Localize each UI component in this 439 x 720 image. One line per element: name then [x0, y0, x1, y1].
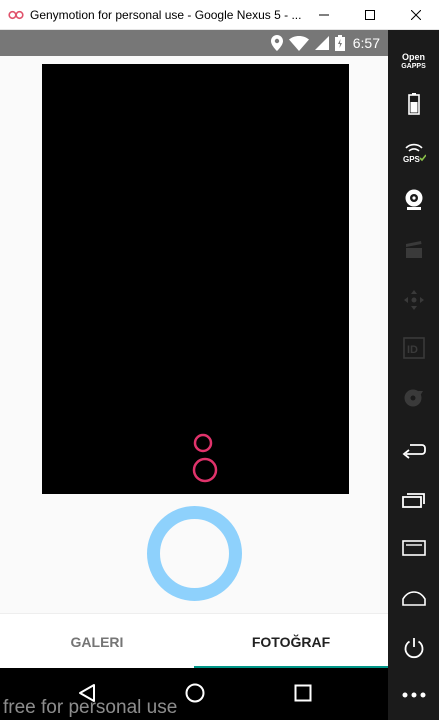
id-widget-button[interactable]: ID [388, 328, 439, 368]
window-title: Genymotion for personal use - Google Nex… [30, 8, 302, 22]
opengapps-line1: Open [401, 52, 425, 62]
nav-recent-button[interactable] [288, 678, 318, 708]
genymotion-logo-icon [8, 10, 24, 20]
tab-bar: GALERI FOTOĞRAF [0, 613, 388, 668]
android-nav-bar [0, 668, 388, 720]
home-icon [401, 591, 426, 606]
back-icon [79, 684, 95, 702]
id-icon: ID [402, 337, 425, 359]
minimize-button[interactable] [301, 0, 347, 30]
status-time: 6:57 [352, 35, 380, 51]
tab-fotograf[interactable]: FOTOĞRAF [194, 614, 388, 669]
sidebar-recent-button[interactable] [388, 480, 439, 520]
opengapps-line2: GAPPS [401, 63, 426, 70]
opengapps-button[interactable]: Open GAPPS [388, 42, 439, 82]
battery-icon [334, 35, 345, 51]
more-icon [402, 692, 425, 698]
tab-galeri[interactable]: GALERI [0, 614, 194, 669]
sidebar-home-button[interactable] [388, 578, 439, 618]
wifi-icon [288, 35, 309, 51]
home-icon [185, 683, 205, 703]
battery-widget-button[interactable] [388, 84, 439, 124]
maximize-button[interactable] [347, 0, 393, 30]
nav-home-button[interactable] [180, 678, 210, 708]
android-status-bar: 6:57 [0, 30, 388, 56]
power-icon [404, 638, 423, 659]
camera-app: GALERI FOTOĞRAF [0, 56, 388, 668]
genymotion-sidebar: Open GAPPS GPS ID [388, 30, 439, 720]
capture-icon [405, 241, 422, 258]
shutter-button[interactable] [147, 506, 242, 601]
window-titlebar: Genymotion for personal use - Google Nex… [0, 0, 439, 30]
nav-back-button[interactable] [72, 678, 102, 708]
close-button[interactable] [393, 0, 439, 30]
gps-label: GPS [403, 155, 421, 164]
disk-widget-button[interactable] [388, 378, 439, 418]
location-icon [270, 35, 283, 51]
battery-icon [407, 93, 420, 115]
camera-preview[interactable] [42, 64, 349, 494]
maximize-icon [365, 10, 375, 20]
sidebar-back-button[interactable] [388, 430, 439, 470]
gps-icon: GPS [403, 143, 426, 164]
disk-icon [404, 389, 423, 407]
sidebar-menu-button[interactable] [388, 528, 439, 568]
recent-apps-icon [294, 684, 312, 702]
menu-icon [401, 540, 426, 556]
signal-icon [314, 36, 329, 50]
gps-widget-button[interactable]: GPS [388, 132, 439, 172]
dpad-widget-button[interactable] [388, 280, 439, 320]
dpad-icon [403, 290, 424, 310]
close-icon [411, 10, 421, 20]
webcam-widget-button[interactable] [388, 180, 439, 220]
sidebar-power-button[interactable] [388, 628, 439, 668]
opengapps-icon: Open GAPPS [401, 53, 426, 71]
minimize-icon [319, 14, 329, 16]
camera-switch-icon[interactable] [192, 432, 218, 486]
recent-apps-icon [401, 493, 425, 508]
sidebar-more-button[interactable] [388, 675, 439, 715]
back-icon [402, 444, 426, 459]
capture-widget-button[interactable] [388, 230, 439, 270]
id-label: ID [407, 344, 418, 356]
webcam-icon [405, 189, 422, 210]
